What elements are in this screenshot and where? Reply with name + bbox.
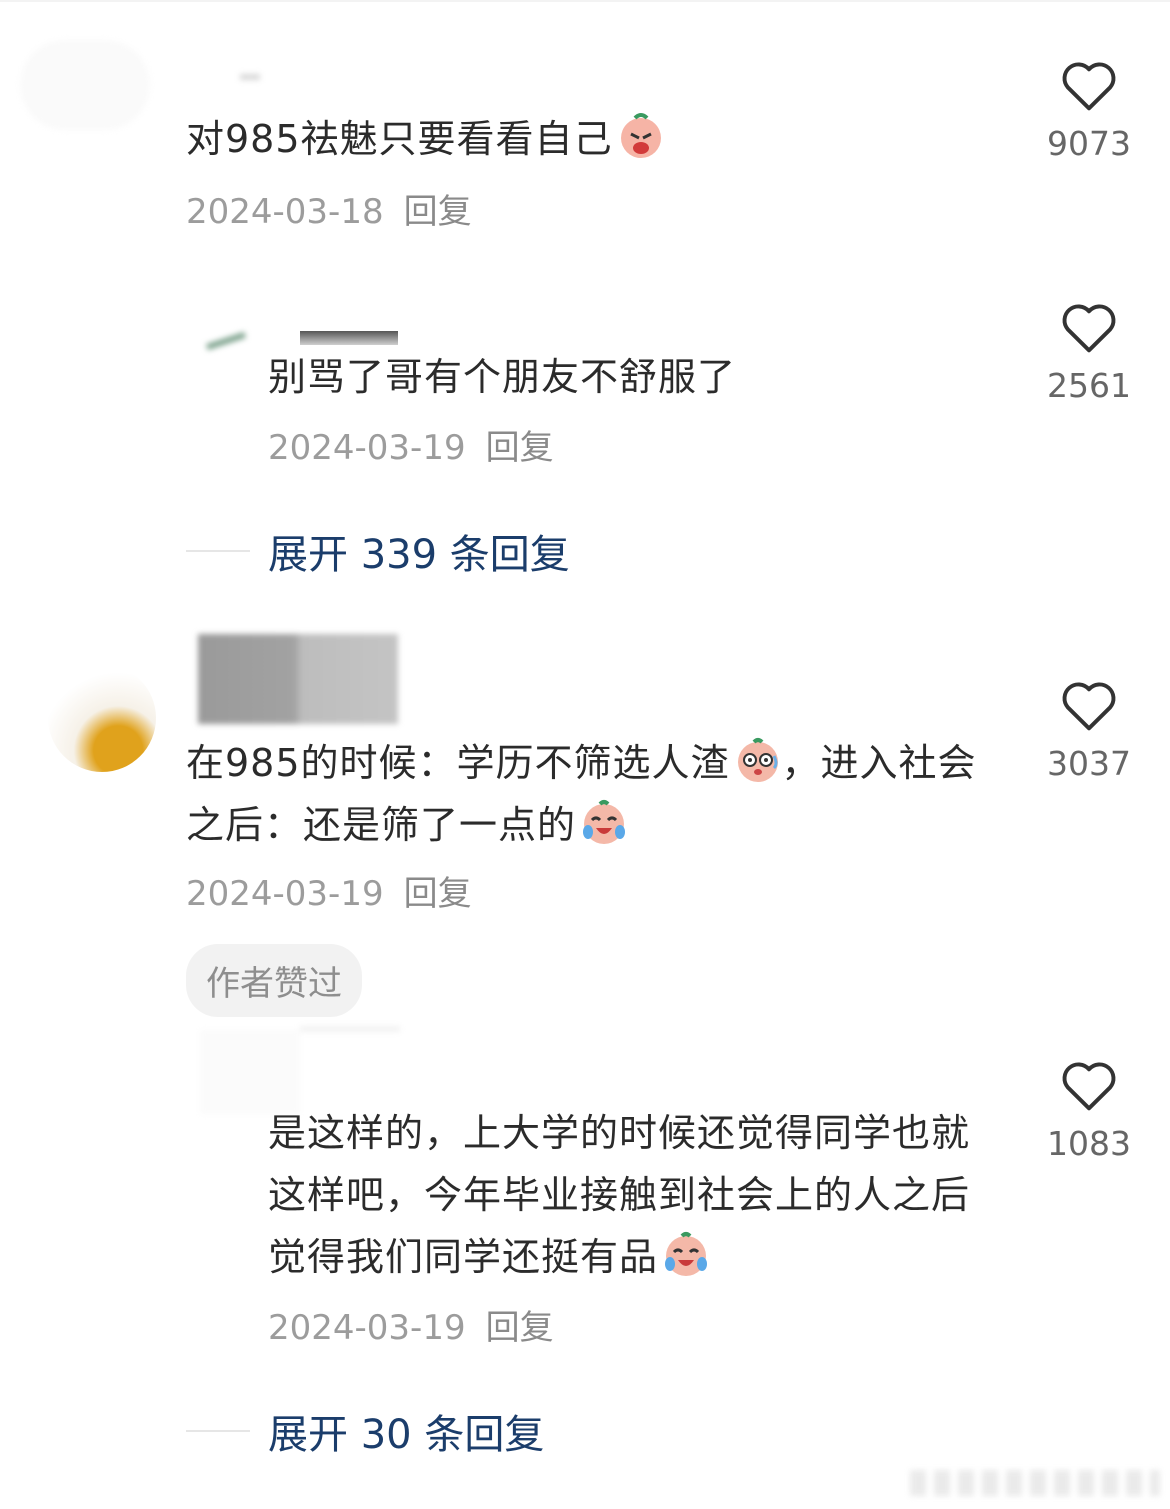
comment-text: 别骂了哥有个朋友不舒服了 xyxy=(268,355,737,399)
expand-divider xyxy=(186,1430,250,1432)
username[interactable] xyxy=(300,1026,400,1032)
like-button[interactable]: 3037 xyxy=(1034,678,1144,783)
heart-icon[interactable] xyxy=(1059,58,1119,112)
like-count: 9073 xyxy=(1047,124,1131,163)
expand-replies-button[interactable]: 展开 339 条回复 xyxy=(186,522,570,580)
avatar[interactable] xyxy=(48,664,156,772)
comment-date: 2024-03-18 xyxy=(186,192,384,232)
comment-meta: 2024-03-19 回复 xyxy=(186,874,472,914)
expand-label: 展开 339 条回复 xyxy=(268,532,570,578)
username[interactable] xyxy=(198,634,398,724)
heart-icon[interactable] xyxy=(1059,678,1119,732)
heart-icon[interactable] xyxy=(1059,300,1119,354)
comment-date: 2024-03-19 xyxy=(268,428,466,468)
reply-button[interactable]: 回复 xyxy=(486,1308,554,1348)
expand-divider xyxy=(186,550,250,552)
author-liked-badge: 作者赞过 xyxy=(186,944,362,1017)
comment-meta: 2024-03-19 回复 xyxy=(268,1308,554,1348)
top-divider xyxy=(0,0,1170,2)
like-button[interactable]: 2561 xyxy=(1034,300,1144,405)
like-button[interactable]: 9073 xyxy=(1034,58,1144,163)
avatar[interactable] xyxy=(206,330,250,352)
crying-face-icon xyxy=(620,113,661,158)
comment-text: 对985祛魅只要看看自己 xyxy=(186,108,1006,170)
like-count: 3037 xyxy=(1047,744,1131,783)
avatar[interactable] xyxy=(20,40,150,130)
dazed-face-icon xyxy=(737,738,778,782)
reply-button[interactable]: 回复 xyxy=(404,874,472,914)
like-button[interactable]: 1083 xyxy=(1034,1058,1144,1163)
username[interactable] xyxy=(240,74,260,80)
heart-icon[interactable] xyxy=(1059,1058,1119,1112)
expand-label: 展开 30 条回复 xyxy=(268,1412,545,1458)
like-count: 2561 xyxy=(1047,366,1131,405)
expand-replies-button[interactable]: 展开 30 条回复 xyxy=(186,1402,544,1460)
reply-button[interactable]: 回复 xyxy=(486,428,554,468)
comment-date: 2024-03-19 xyxy=(186,874,384,914)
comment-date: 2024-03-19 xyxy=(268,1308,466,1348)
laughing-tears-icon xyxy=(583,800,626,844)
watermark xyxy=(910,1470,1160,1496)
comment-text: 在985的时候：学历不筛选人渣 ，进入社会之后：还是筛了一点的 xyxy=(186,732,1006,856)
comment-text: 是这样的，上大学的时候还觉得同学也就这样吧，今年毕业接触到社会上的人之后觉得我们… xyxy=(268,1111,971,1279)
laughing-tears-icon xyxy=(665,1232,708,1276)
username[interactable] xyxy=(300,331,398,345)
like-count: 1083 xyxy=(1047,1124,1131,1163)
comment-meta: 2024-03-19 回复 xyxy=(268,428,554,468)
comment-meta: 2024-03-18 回复 xyxy=(186,192,472,232)
reply-button[interactable]: 回复 xyxy=(404,192,472,232)
